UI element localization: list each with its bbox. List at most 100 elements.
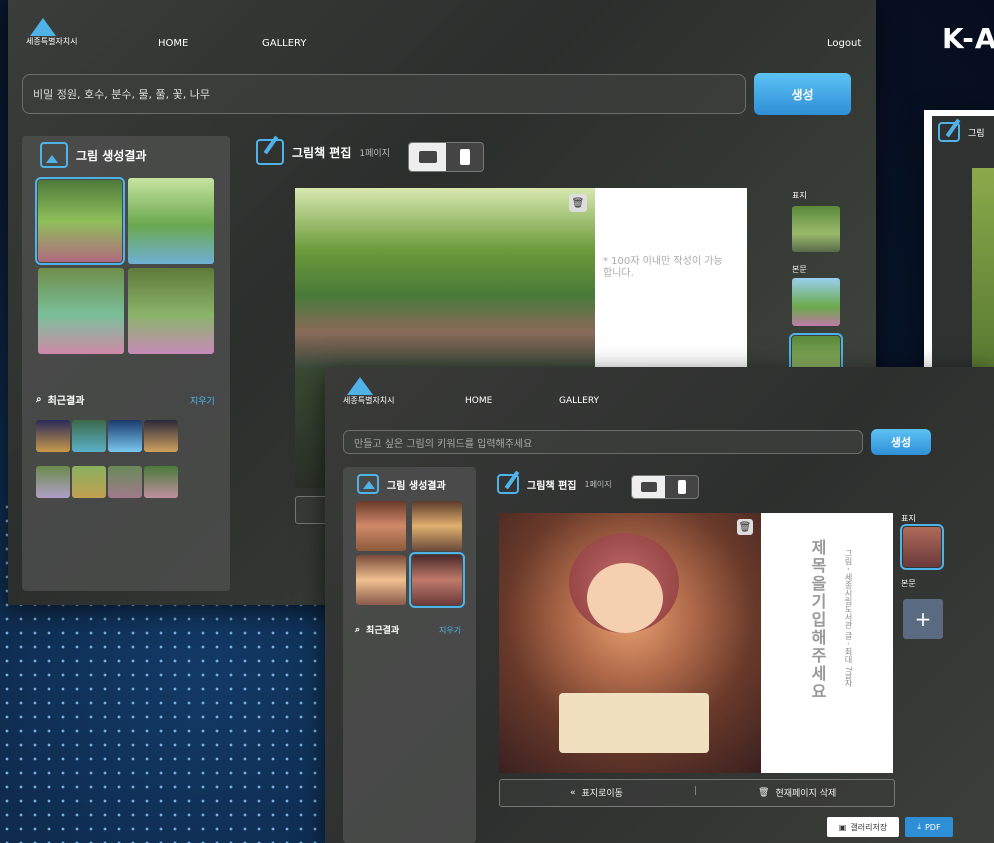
double-chevron-left-icon: « bbox=[570, 787, 576, 798]
recent-label: 최근결과 bbox=[366, 626, 400, 636]
trash-icon: 🗑 bbox=[758, 787, 770, 798]
trash-icon[interactable]: 🗑 bbox=[737, 519, 753, 535]
text-page[interactable]: * 100자 이내만 작성이 가능합니다. bbox=[595, 188, 747, 368]
generate-button[interactable]: 생성 bbox=[871, 429, 931, 455]
move-to-cover-label: 표지로이동 bbox=[581, 789, 623, 799]
cover-label: 표지 bbox=[792, 191, 807, 200]
nav-home[interactable]: HOME bbox=[465, 396, 492, 406]
result-thumb[interactable] bbox=[356, 555, 406, 605]
logo-text: 세종특별자치시 bbox=[26, 37, 78, 46]
cover-thumb[interactable] bbox=[792, 206, 840, 252]
delete-page-label: 현재페이지 삭제 bbox=[775, 789, 837, 799]
result-thumb[interactable] bbox=[128, 268, 214, 354]
nav-logout[interactable]: Logout bbox=[827, 38, 861, 49]
editor-header: 그림책 편집 1페이지 bbox=[497, 467, 612, 501]
open-book bbox=[559, 693, 709, 753]
recent-thumb[interactable] bbox=[36, 420, 70, 452]
app-window-fairy: 세종특별자치시 HOME GALLERY 만들고 싶은 그림의 키워드를 입력해… bbox=[325, 367, 994, 843]
editor-title: 그림책 편집 bbox=[527, 480, 577, 492]
body-label: 본문 bbox=[901, 579, 916, 588]
portrait-option[interactable] bbox=[446, 143, 483, 171]
divider: | bbox=[694, 786, 698, 796]
page-label: 1페이지 bbox=[359, 148, 390, 159]
recent-thumb[interactable] bbox=[144, 466, 178, 498]
portrait-option[interactable] bbox=[665, 476, 698, 498]
results-panel: 그림 생성결과 ⌕ 최근결과 지우기 bbox=[22, 136, 230, 591]
page-label: 1페이지 bbox=[584, 479, 612, 489]
cover-thumb[interactable] bbox=[900, 524, 944, 570]
pdf-button[interactable]: ⤓ PDF bbox=[905, 817, 953, 837]
nav-bar: 세종특별자치시 HOME GALLERY Logout bbox=[8, 0, 876, 70]
keyword-input[interactable]: 만들고 싶은 그림의 키워드를 입력해주세요 bbox=[343, 430, 863, 454]
nav-home[interactable]: HOME bbox=[158, 38, 188, 49]
recent-header: ⌕ 최근결과 bbox=[355, 623, 400, 637]
results-title: 그림 생성결과 bbox=[387, 480, 446, 492]
pdf-label: PDF bbox=[924, 822, 941, 832]
search-icon: ⌕ bbox=[355, 624, 361, 635]
result-thumb[interactable] bbox=[128, 178, 214, 264]
result-thumb[interactable] bbox=[35, 177, 125, 265]
save-gallery-label: 갤러리저장 bbox=[850, 822, 888, 832]
logo-text: 세종특별자치시 bbox=[343, 396, 395, 405]
recent-header: ⌕ 최근결과 bbox=[36, 392, 84, 407]
image-icon bbox=[40, 142, 68, 168]
partial-editor-title: 그림 bbox=[968, 128, 985, 139]
headline: K-A bbox=[942, 22, 994, 55]
layout-toggle[interactable] bbox=[408, 142, 484, 172]
page-action-bar: « 표지로이동 | 🗑 현재페이지 삭제 bbox=[499, 779, 895, 807]
recent-label: 최근결과 bbox=[47, 396, 85, 407]
recent-thumb[interactable] bbox=[144, 420, 178, 452]
results-panel: 그림 생성결과 ⌕ 최근결과 지우기 bbox=[343, 467, 476, 843]
edit-icon bbox=[938, 122, 960, 142]
nav-gallery[interactable]: GALLERY bbox=[559, 396, 599, 406]
logo-mark-icon bbox=[26, 18, 60, 36]
add-page-button[interactable]: + bbox=[903, 599, 943, 639]
recent-thumb[interactable] bbox=[72, 466, 106, 498]
move-to-cover-button[interactable]: « 표지로이동 bbox=[570, 786, 623, 800]
results-title: 그림 생성결과 bbox=[76, 148, 147, 163]
results-header: 그림 생성결과 bbox=[357, 469, 446, 499]
page-image[interactable]: 🗑 bbox=[295, 188, 595, 368]
title-placeholder: 제목을기입해주세요 bbox=[808, 539, 827, 701]
trash-icon[interactable]: 🗑 bbox=[569, 194, 587, 212]
edit-icon bbox=[497, 474, 519, 494]
body-thumb[interactable] bbox=[792, 278, 840, 326]
landscape-option[interactable] bbox=[632, 476, 665, 498]
editor-header: 그림책 편집 1페이지 bbox=[256, 132, 390, 172]
nav-gallery[interactable]: GALLERY bbox=[262, 38, 306, 49]
recent-thumb[interactable] bbox=[36, 466, 70, 498]
result-thumb[interactable] bbox=[38, 268, 124, 354]
cover-label: 표지 bbox=[901, 514, 916, 523]
save-gallery-button[interactable]: ▣ 갤러리저장 bbox=[827, 817, 899, 837]
text-placeholder: * 100자 이내만 작성이 가능합니다. bbox=[603, 256, 723, 279]
editor-title: 그림책 편집 bbox=[292, 145, 352, 160]
clear-button[interactable]: 지우기 bbox=[190, 394, 215, 407]
image-icon bbox=[357, 474, 379, 494]
character-face bbox=[587, 563, 663, 633]
gallery-icon: ▣ bbox=[838, 822, 847, 832]
partial-editor-header: 그림 bbox=[938, 122, 985, 142]
page-image[interactable]: 🗑 bbox=[499, 513, 761, 773]
keyword-input[interactable]: 비밀 정원, 호수, 분수, 물, 풀, 꽃, 나무 bbox=[22, 74, 746, 114]
logo-mark-icon bbox=[343, 377, 377, 395]
results-header: 그림 생성결과 bbox=[40, 136, 146, 174]
result-thumb[interactable] bbox=[412, 501, 462, 551]
body-label: 본문 bbox=[792, 265, 807, 274]
title-page[interactable]: 제목을기입해주세요 그림 - 세종시립도서관 글 - 최대 7글자 bbox=[761, 513, 893, 773]
logo[interactable]: 세종특별자치시 bbox=[26, 18, 78, 47]
delete-page-button[interactable]: 🗑 현재페이지 삭제 bbox=[758, 786, 837, 800]
edit-icon bbox=[256, 139, 284, 165]
recent-thumb[interactable] bbox=[72, 420, 106, 452]
search-icon: ⌕ bbox=[36, 394, 42, 405]
author-text: 그림 - 세종시립도서관 글 - 최대 7글자 bbox=[844, 549, 853, 688]
layout-toggle[interactable] bbox=[631, 475, 699, 499]
result-thumb[interactable] bbox=[356, 501, 406, 551]
landscape-option[interactable] bbox=[409, 143, 446, 171]
result-thumb[interactable] bbox=[409, 552, 465, 608]
recent-thumb[interactable] bbox=[108, 420, 142, 452]
download-icon: ⤓ bbox=[917, 822, 921, 831]
recent-thumb[interactable] bbox=[108, 466, 142, 498]
logo[interactable]: 세종특별자치시 bbox=[343, 377, 395, 406]
clear-button[interactable]: 지우기 bbox=[439, 625, 461, 636]
generate-button[interactable]: 생성 bbox=[754, 73, 851, 115]
